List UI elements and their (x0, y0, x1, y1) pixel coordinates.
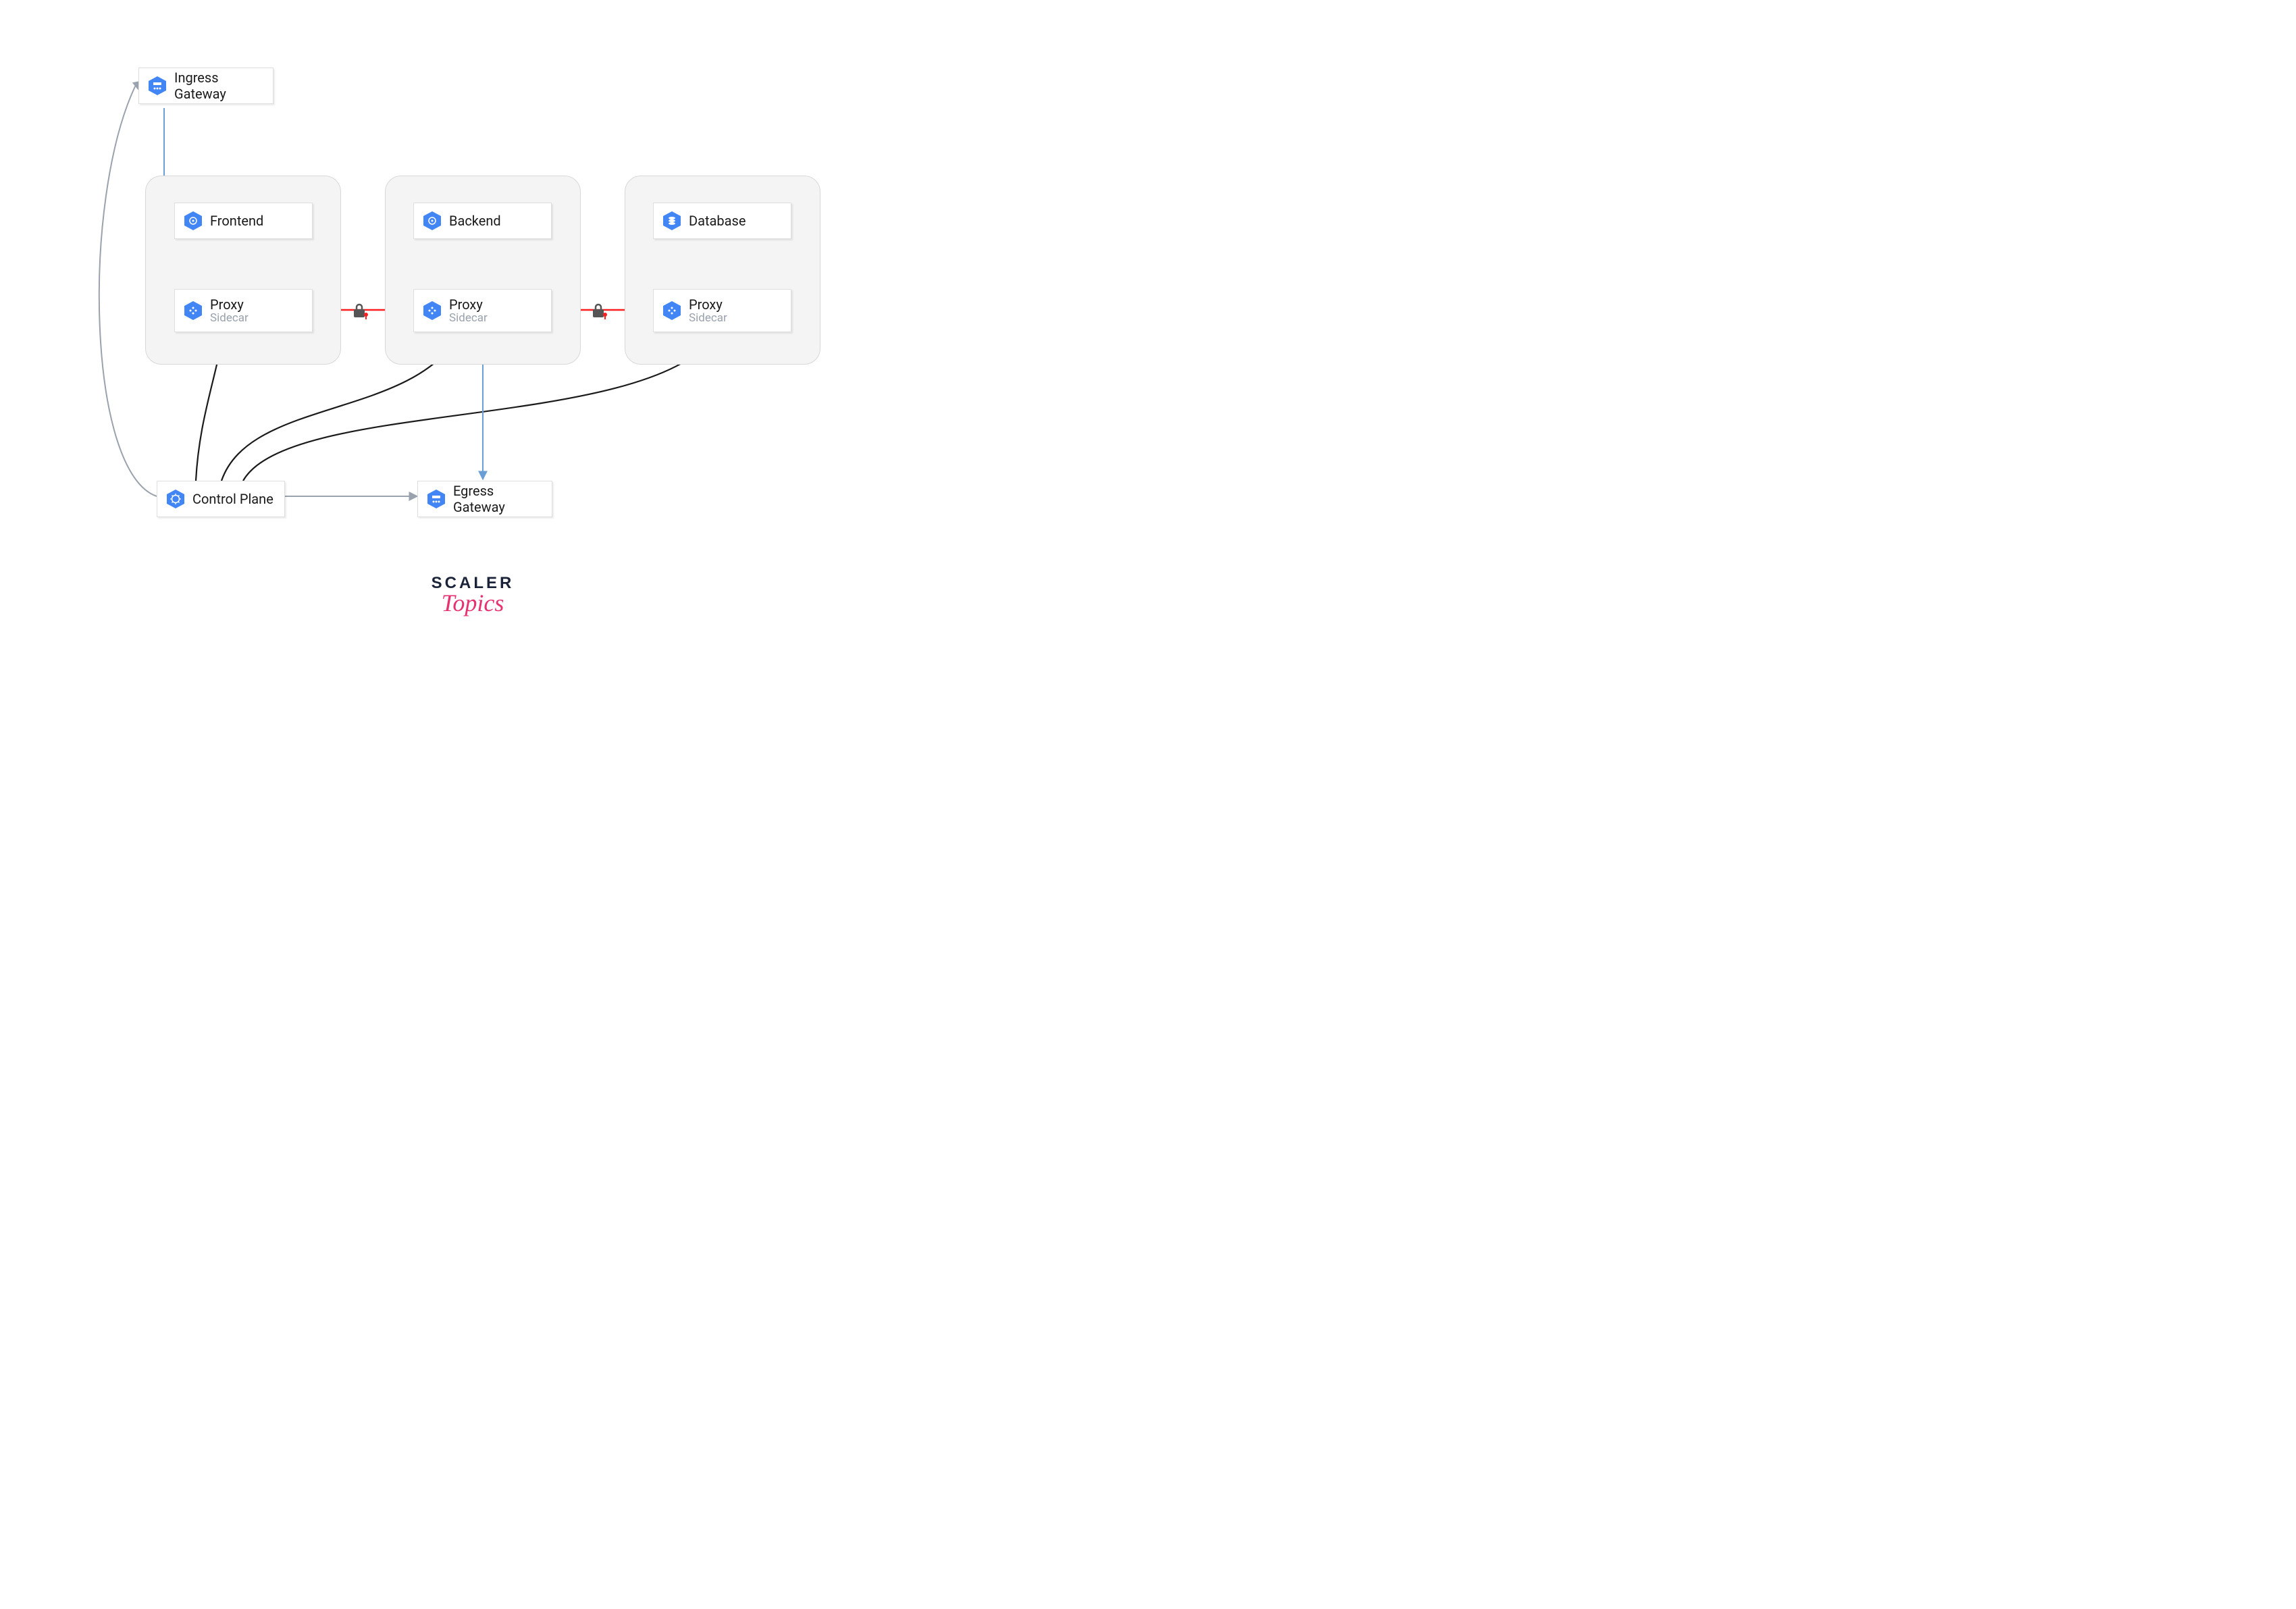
gateway-icon (147, 76, 167, 96)
node-database: Database (653, 203, 791, 239)
node-egress-gateway: Egress Gateway (417, 481, 552, 517)
node-frontend: Frontend (174, 203, 313, 239)
proxy2-label: Proxy (449, 296, 483, 313)
proxy1-label: Proxy (210, 296, 244, 313)
service-icon (422, 211, 442, 231)
proxy-icon (183, 300, 203, 321)
database-icon (662, 211, 682, 231)
database-label: Database (689, 213, 746, 229)
proxy3-text: Proxy Sidecar (689, 296, 727, 325)
node-ingress-gateway: Ingress Gateway (138, 68, 273, 104)
node-proxy-2: Proxy Sidecar (413, 289, 552, 332)
egress-label: Egress Gateway (453, 483, 544, 515)
node-control-plane: Control Plane (157, 481, 285, 517)
service-mesh-diagram: Ingress Gateway Frontend Proxy Sidecar B… (0, 0, 945, 662)
service-icon (183, 211, 203, 231)
proxy1-sublabel: Sidecar (210, 311, 249, 325)
proxy3-label: Proxy (689, 296, 723, 313)
proxy-icon (422, 300, 442, 321)
control-label: Control Plane (192, 491, 273, 507)
node-proxy-1: Proxy Sidecar (174, 289, 313, 332)
backend-label: Backend (449, 213, 501, 229)
proxy-icon (662, 300, 682, 321)
proxy2-text: Proxy Sidecar (449, 296, 488, 325)
proxy3-sublabel: Sidecar (689, 311, 727, 325)
gateway-icon (426, 489, 446, 509)
branding-logo: SCALER Topics (419, 574, 527, 617)
node-proxy-3: Proxy Sidecar (653, 289, 791, 332)
lock-icon (590, 301, 609, 320)
proxy1-text: Proxy Sidecar (210, 296, 249, 325)
brand-subname: Topics (419, 589, 527, 617)
frontend-label: Frontend (210, 213, 263, 229)
lock-icon (351, 301, 370, 320)
ingress-label: Ingress Gateway (174, 70, 265, 102)
node-backend: Backend (413, 203, 552, 239)
proxy2-sublabel: Sidecar (449, 311, 488, 325)
control-plane-icon (165, 489, 186, 509)
